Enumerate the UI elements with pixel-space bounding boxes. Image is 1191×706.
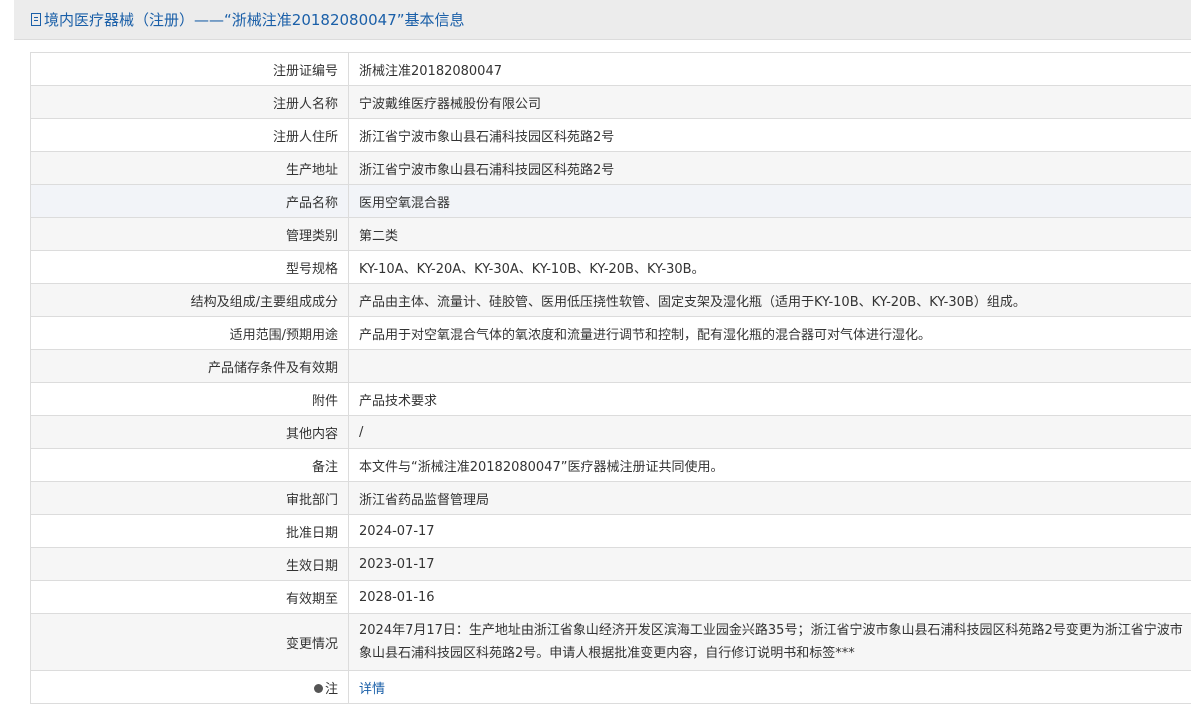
table-row: 注册人住所 浙江省宁波市象山县石浦科技园区科苑路2号 — [30, 118, 1191, 152]
table-row: 型号规格 KY-10A、KY-20A、KY-30A、KY-10B、KY-20B、… — [30, 250, 1191, 284]
table-row: 产品储存条件及有效期 — [30, 349, 1191, 383]
row-value: 医用空氧混合器 — [348, 184, 1191, 218]
row-label: 有效期至 — [30, 580, 349, 614]
note-label: 注 — [324, 681, 338, 697]
row-label: 产品储存条件及有效期 — [30, 349, 349, 383]
row-value: 产品由主体、流量计、硅胶管、医用低压挠性软管、固定支架及湿化瓶（适用于KY-10… — [348, 283, 1191, 317]
row-label: 附件 — [30, 382, 349, 416]
row-value: 浙江省宁波市象山县石浦科技园区科苑路2号 — [348, 118, 1191, 152]
table-row: 备注 本文件与“浙械注准20182080047”医疗器械注册证共同使用。 — [30, 448, 1191, 482]
table-row: 其他内容 / — [30, 415, 1191, 449]
row-label: 其他内容 — [30, 415, 349, 449]
table-row: 生产地址 浙江省宁波市象山县石浦科技园区科苑路2号 — [30, 151, 1191, 185]
row-label: 产品名称 — [30, 184, 349, 218]
row-value: 2028-01-16 — [348, 580, 1191, 614]
row-value: 浙江省宁波市象山县石浦科技园区科苑路2号 — [348, 151, 1191, 185]
row-label: 注册证编号 — [30, 52, 349, 86]
row-value: KY-10A、KY-20A、KY-30A、KY-10B、KY-20B、KY-30… — [348, 250, 1191, 284]
row-value: / — [348, 415, 1191, 449]
row-label: 适用范围/预期用途 — [30, 316, 349, 350]
row-value: 2024年7月17日：生产地址由浙江省象山经济开发区滨海工业园金兴路35号；浙江… — [348, 613, 1191, 671]
row-label: 变更情况 — [30, 613, 349, 671]
row-value: 第二类 — [348, 217, 1191, 251]
row-label: 备注 — [30, 448, 349, 482]
table-row: 注册人名称 宁波戴维医疗器械股份有限公司 — [30, 85, 1191, 119]
table-row: 管理类别 第二类 — [30, 217, 1191, 251]
row-label: 管理类别 — [30, 217, 349, 251]
row-label: 生效日期 — [30, 547, 349, 581]
row-value: 详情 — [348, 670, 1191, 704]
page-header: 境内医疗器械（注册）——“浙械注准20182080047”基本信息 — [14, 0, 1191, 40]
row-label: 生产地址 — [30, 151, 349, 185]
table-row: 适用范围/预期用途 产品用于对空氧混合气体的氧浓度和流量进行调节和控制，配有湿化… — [30, 316, 1191, 350]
row-value: 产品用于对空氧混合气体的氧浓度和流量进行调节和控制，配有湿化瓶的混合器可对气体进… — [348, 316, 1191, 350]
row-label: 结构及组成/主要组成成分 — [30, 283, 349, 317]
table-row: 生效日期 2023-01-17 — [30, 547, 1191, 581]
table-row: 批准日期 2024-07-17 — [30, 514, 1191, 548]
info-table: 注册证编号 浙械注准20182080047 注册人名称 宁波戴维医疗器械股份有限… — [30, 52, 1191, 704]
row-value: 本文件与“浙械注准20182080047”医疗器械注册证共同使用。 — [348, 448, 1191, 482]
row-label: 批准日期 — [30, 514, 349, 548]
row-label: 型号规格 — [30, 250, 349, 284]
table-row: 附件 产品技术要求 — [30, 382, 1191, 416]
note-icon — [313, 683, 323, 693]
row-value: 2023-01-17 — [348, 547, 1191, 581]
row-value: 2024-07-17 — [348, 514, 1191, 548]
document-icon — [31, 13, 41, 26]
page-title: 境内医疗器械（注册）——“浙械注准20182080047”基本信息 — [44, 11, 465, 29]
row-value: 宁波戴维医疗器械股份有限公司 — [348, 85, 1191, 119]
left-margin — [0, 0, 14, 706]
row-label: 注册人住所 — [30, 118, 349, 152]
row-label: 审批部门 — [30, 481, 349, 515]
table-row: 审批部门 浙江省药品监督管理局 — [30, 481, 1191, 515]
table-row: 产品名称 医用空氧混合器 — [30, 184, 1191, 218]
table-row: 注 详情 — [30, 670, 1191, 704]
table-row: 变更情况 2024年7月17日：生产地址由浙江省象山经济开发区滨海工业园金兴路3… — [30, 613, 1191, 671]
row-value: 浙江省药品监督管理局 — [348, 481, 1191, 515]
table-row: 有效期至 2028-01-16 — [30, 580, 1191, 614]
row-value: 浙械注准20182080047 — [348, 52, 1191, 86]
table-row: 注册证编号 浙械注准20182080047 — [30, 52, 1191, 86]
details-link[interactable]: 详情 — [359, 682, 385, 697]
table-row: 结构及组成/主要组成成分 产品由主体、流量计、硅胶管、医用低压挠性软管、固定支架… — [30, 283, 1191, 317]
row-value — [348, 349, 1191, 383]
row-label: 注册人名称 — [30, 85, 349, 119]
row-label-note: 注 — [30, 670, 349, 704]
row-value: 产品技术要求 — [348, 382, 1191, 416]
